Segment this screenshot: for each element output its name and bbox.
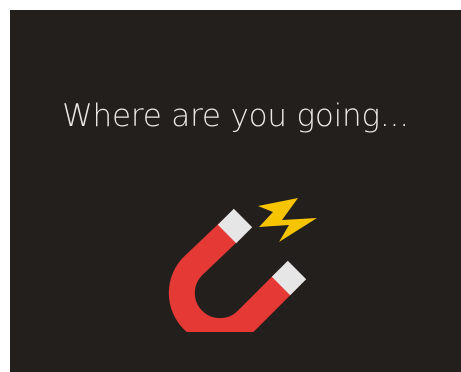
- exit-message: Where are you going...: [62, 98, 409, 134]
- popup-panel: Where are you going...: [10, 10, 461, 372]
- screenshot-frame: Where are you going...: [0, 0, 461, 372]
- magnet-icon: [165, 192, 335, 332]
